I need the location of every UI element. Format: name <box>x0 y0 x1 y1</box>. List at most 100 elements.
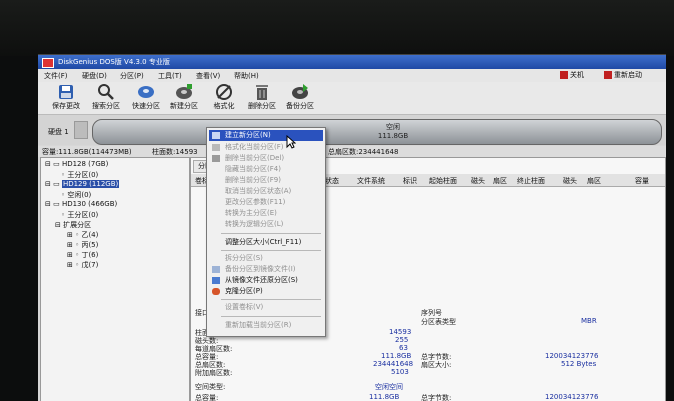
tree-node-logical-2[interactable]: ⊞ ◦ 丙(5) <box>67 240 98 250</box>
shutdown-label: 关机 <box>570 71 584 79</box>
tree-label: HD129 (112GB) <box>61 180 120 188</box>
col-start-cyl[interactable]: 起始柱面 <box>429 176 457 186</box>
delete-partition-label: 删除分区 <box>248 102 276 110</box>
sector-size-label: 扇区大小: <box>421 361 452 369</box>
tree-node-extended[interactable]: ⊟ 扩展分区 <box>55 220 91 230</box>
tree-node-hd2[interactable]: ⊟ ▭ HD130 (466GB) <box>45 200 117 208</box>
menu-clone-partition[interactable]: 克隆分区(P) <box>209 286 323 297</box>
heads-value: 255 <box>395 336 409 344</box>
col-status[interactable]: 状态 <box>325 176 339 186</box>
cap-value: 111.8GB <box>381 352 412 360</box>
menu-restore-image[interactable]: 从镜像文件还原分区(S) <box>209 275 323 286</box>
menu-set-label[interactable]: 设置卷标(V) <box>209 302 323 313</box>
col-sector-end[interactable]: 扇区 <box>587 176 601 186</box>
col-head-end[interactable]: 磁头 <box>563 176 577 186</box>
save-changes-button[interactable]: 保存更改 <box>44 82 88 111</box>
window-title: DiskGenius DOS版 V4.3.0 专业版 <box>58 58 170 66</box>
menu-item-label: 从镜像文件还原分区(S) <box>225 276 298 284</box>
tree-label: 扩展分区 <box>63 221 92 229</box>
menu-item-label: 建立新分区(N) <box>225 131 271 139</box>
menu-item-label: 转换为主分区(E) <box>225 209 277 217</box>
backup-partition-button[interactable]: 备份分区 <box>278 82 322 111</box>
tree-node-hd1[interactable]: ⊟ ▭ HD129 (112GB) <box>45 180 120 188</box>
reboot-button[interactable]: 重新启动 <box>604 70 642 80</box>
menu-item-label: 更改分区参数(F11) <box>225 198 286 206</box>
col-sector-start[interactable]: 扇区 <box>493 176 507 186</box>
new-partition-label: 新建分区 <box>170 102 198 110</box>
table-type-label: 分区表类型 <box>421 318 456 326</box>
disk-nav-arrow[interactable] <box>74 121 88 139</box>
disk-tree: ⊟ ▭ HD128 (7GB) ◦ 王分区(0) ⊟ ▭ HD129 (112G… <box>40 157 190 401</box>
menu-create-partition[interactable]: 建立新分区(N) <box>209 130 323 141</box>
menu-item-label: 隐藏当前分区(F4) <box>225 165 281 173</box>
tree-node-logical-1[interactable]: ⊞ ◦ 乙(4) <box>67 230 98 240</box>
menu-convert-primary[interactable]: 转换为主分区(E) <box>209 208 323 219</box>
power-icon <box>560 71 568 79</box>
col-filesystem[interactable]: 文件系统 <box>357 176 385 186</box>
quick-partition-label: 快速分区 <box>132 102 160 110</box>
col-capacity[interactable]: 容量 <box>635 176 649 186</box>
menu-delete-partition-f9[interactable]: 删除当前分区(F9) <box>209 175 323 186</box>
menu-help[interactable]: 帮助(H) <box>234 71 259 81</box>
tree-label: 丙(5) <box>81 241 99 249</box>
menu-disk[interactable]: 硬盘(D) <box>82 71 107 81</box>
tree-label: 王分区(0) <box>67 211 99 219</box>
disk-label: 硬盘 1 <box>48 128 69 136</box>
menu-item-label: 取消当前分区状态(A) <box>225 187 292 195</box>
menu-convert-logical[interactable]: 转换为逻辑分区(L) <box>209 219 323 230</box>
disk-free-space-block[interactable]: 空闲 111.8GB <box>92 119 662 145</box>
menu-partition[interactable]: 分区(P) <box>120 71 144 81</box>
col-end-cyl[interactable]: 终止柱面 <box>517 176 545 186</box>
tree-node-hd2-primary[interactable]: ◦ 王分区(0) <box>61 210 98 220</box>
disk-info-bar: 容量:111.8GB(114473MB) 柱面数:14593 总扇区数:2344… <box>38 146 666 157</box>
new-partition-menu-icon <box>212 132 220 139</box>
menu-item-label: 调整分区大小(Ctrl_F11) <box>225 238 302 246</box>
menu-format-partition[interactable]: 格式化当前分区(F) <box>209 142 323 153</box>
disk-map-bar: 硬盘 1 空闲 111.8GB <box>38 115 666 145</box>
backup-partition-label: 备份分区 <box>286 102 314 110</box>
menu-hide-partition[interactable]: 隐藏当前分区(F4) <box>209 164 323 175</box>
diskgenius-window: DiskGenius DOS版 V4.3.0 专业版 文件(F) 硬盘(D) 分… <box>38 54 666 401</box>
menu-item-label: 克隆分区(P) <box>225 287 263 295</box>
menu-cancel-active[interactable]: 取消当前分区状态(A) <box>209 186 323 197</box>
tree-node-logical-4[interactable]: ⊞ ◦ 戊(7) <box>67 260 98 270</box>
menu-delete-partition[interactable]: 删除当前分区(Del) <box>209 153 323 164</box>
format-menu-icon <box>212 144 220 151</box>
shutdown-button[interactable]: 关机 <box>560 70 584 80</box>
tree-node-hd1-free[interactable]: ◦ 空闲(0) <box>61 190 91 200</box>
backup-menu-icon <box>212 266 220 273</box>
menu-change-params[interactable]: 更改分区参数(F11) <box>209 197 323 208</box>
tree-label: 丁(6) <box>81 251 99 259</box>
menu-separator <box>221 299 321 300</box>
format-icon <box>216 84 232 100</box>
menu-resize-partition[interactable]: 调整分区大小(Ctrl_F11) <box>209 237 323 248</box>
col-head-start[interactable]: 磁头 <box>471 176 485 186</box>
disk-space-text: 空闲 111.8GB <box>333 123 453 141</box>
tree-node-logical-3[interactable]: ⊞ ◦ 丁(6) <box>67 250 98 260</box>
restore-menu-icon <box>212 277 220 284</box>
menu-tools[interactable]: 工具(T) <box>158 71 182 81</box>
format-label: 格式化 <box>213 102 235 110</box>
toolbar: 保存更改 搜索分区 快速分区 新建分区 格式化 删除分区 备份分区 <box>38 82 666 115</box>
new-partition-button[interactable]: 新建分区 <box>162 82 206 111</box>
menu-separator <box>221 316 321 317</box>
extra-sectors-label: 附加扇区数: <box>195 369 233 377</box>
menu-reload-partition[interactable]: 重新加载当前分区(R) <box>209 320 323 331</box>
cyl-value: 14593 <box>389 328 412 336</box>
tree-node-hd0[interactable]: ⊟ ▭ HD128 (7GB) <box>45 160 108 168</box>
menu-file[interactable]: 文件(F) <box>44 71 68 81</box>
app-icon <box>42 58 54 68</box>
partition-context-menu: 建立新分区(N) 格式化当前分区(F) 删除当前分区(Del) 隐藏当前分区(F… <box>206 127 326 337</box>
sector-size-value: 512 Bytes <box>561 360 597 368</box>
menu-split-partition[interactable]: 拆分分区(S) <box>209 253 323 264</box>
menu-item-label: 格式化当前分区(F) <box>225 143 284 151</box>
col-id[interactable]: 标识 <box>403 176 417 186</box>
menu-backup-image[interactable]: 备份分区到镜像文件(I) <box>209 264 323 275</box>
menu-view[interactable]: 查看(V) <box>196 71 220 81</box>
menu-item-label: 备份分区到镜像文件(I) <box>225 265 296 273</box>
menu-item-label: 删除当前分区(Del) <box>225 154 285 162</box>
search-partition-button[interactable]: 搜索分区 <box>84 82 128 111</box>
tree-node-hd0-part[interactable]: ◦ 王分区(0) <box>61 170 98 180</box>
menu-bar: 文件(F) 硬盘(D) 分区(P) 工具(T) 查看(V) 帮助(H) 关机 重… <box>38 69 666 82</box>
reboot-label: 重新启动 <box>614 71 642 79</box>
